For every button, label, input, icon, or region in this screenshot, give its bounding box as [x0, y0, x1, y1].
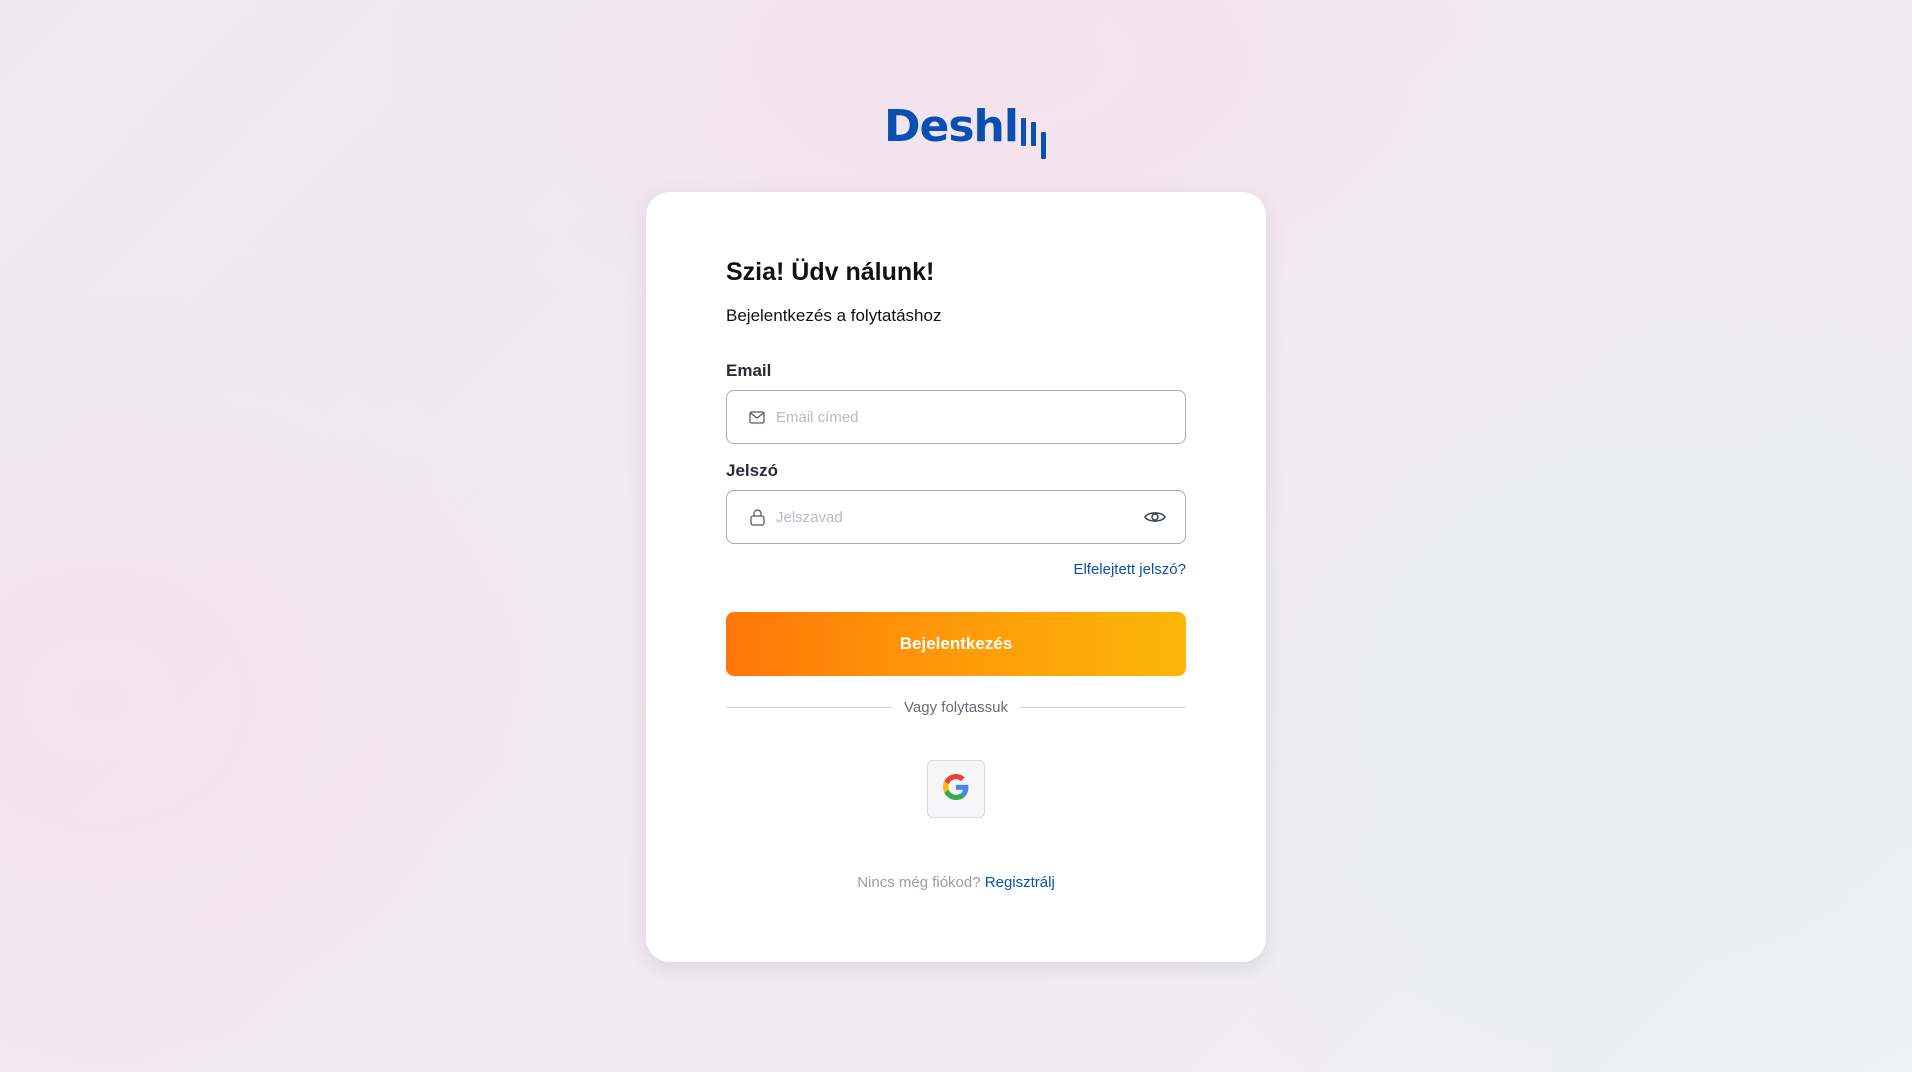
password-field-wrapper — [726, 490, 1186, 544]
mail-icon — [748, 408, 766, 426]
email-field-wrapper — [726, 390, 1186, 444]
lock-icon — [748, 508, 766, 526]
divider-line-left — [726, 707, 893, 708]
register-prompt: Nincs még fiókod? — [857, 874, 981, 891]
email-label: Email — [726, 361, 772, 380]
divider-label: Vagy folytassuk — [904, 699, 1008, 716]
register-row: Nincs még fiókod? Regisztrálj — [726, 874, 1186, 891]
google-icon — [943, 773, 969, 805]
divider: Vagy folytassuk — [726, 699, 1187, 716]
eye-icon[interactable] — [1143, 505, 1167, 529]
divider-line-right — [1019, 707, 1187, 708]
brand-logo: Deshl — [884, 100, 1048, 162]
password-input[interactable] — [776, 491, 1143, 543]
login-card: Szia! Üdv nálunk! Bejelentkezés a folyta… — [646, 192, 1266, 962]
page-title: Szia! Üdv nálunk! — [726, 258, 935, 286]
brand-logo-text: Deshl — [884, 101, 1019, 152]
password-label: Jelszó — [726, 461, 778, 480]
google-login-button[interactable] — [927, 760, 985, 818]
register-link[interactable]: Regisztrálj — [985, 874, 1055, 891]
forgot-password-link[interactable]: Elfelejtett jelszó? — [1073, 561, 1186, 578]
brand-logo-bars-icon — [1018, 100, 1048, 162]
page-subtitle: Bejelentkezés a folytatáshoz — [726, 306, 942, 325]
login-button[interactable]: Bejelentkezés — [726, 612, 1186, 676]
email-input[interactable] — [776, 391, 1185, 443]
